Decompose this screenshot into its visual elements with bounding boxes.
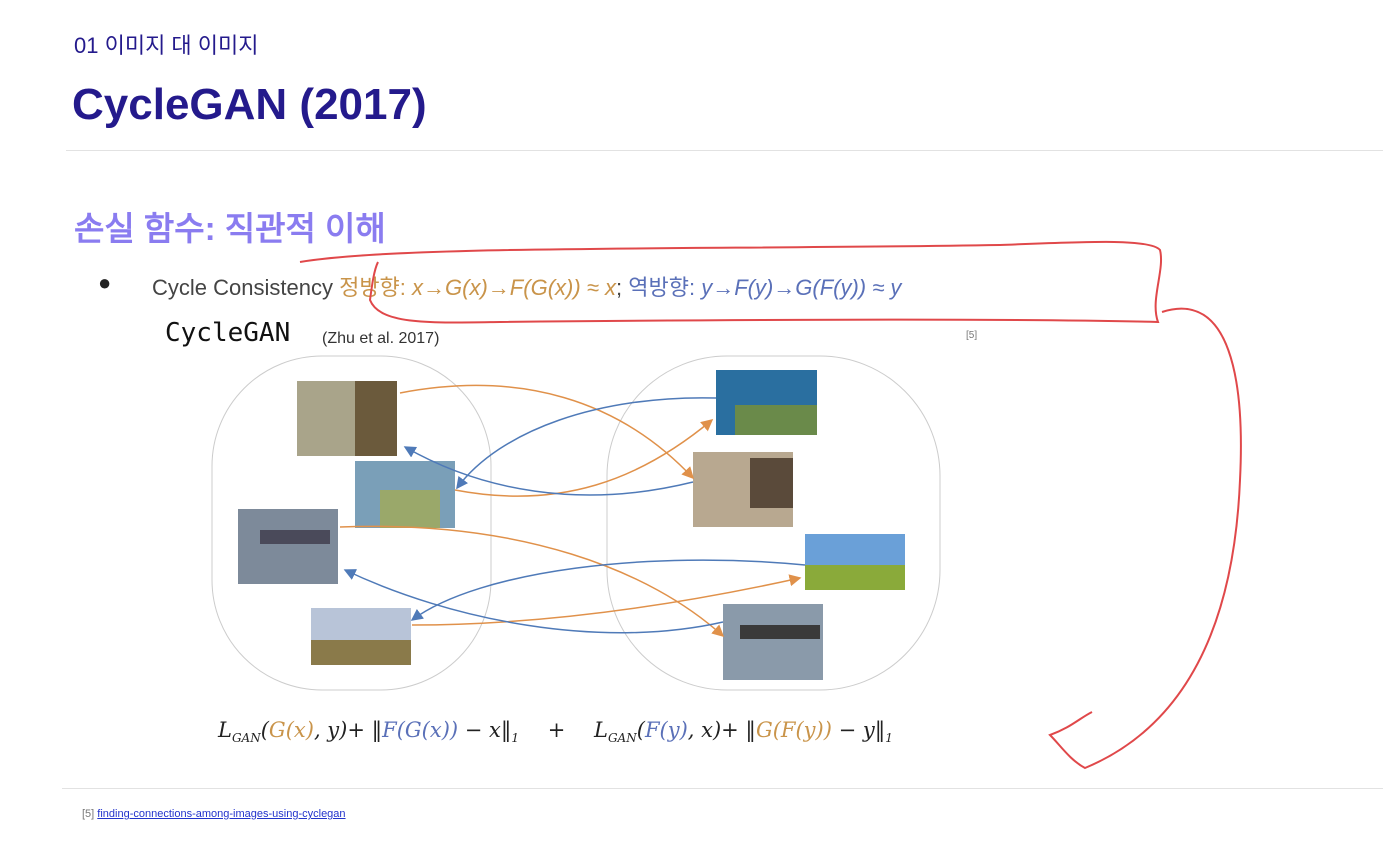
f-plus: + bbox=[547, 718, 566, 742]
f-l2: L bbox=[594, 718, 608, 742]
photo-bridge-image bbox=[723, 604, 823, 680]
f-g1: G(x) bbox=[268, 718, 314, 742]
painting-bridge-image bbox=[238, 509, 338, 584]
f-p5: , x)+ ‖ bbox=[687, 718, 756, 742]
f-n2: 1 bbox=[885, 731, 893, 746]
f-p2: , y)+ ‖ bbox=[313, 718, 383, 742]
footer: [5] finding-connections-among-images-usi… bbox=[82, 808, 346, 820]
f-f2: F(y) bbox=[644, 718, 688, 742]
footer-link[interactable]: finding-connections-among-images-using-c… bbox=[97, 808, 345, 820]
f-n1: 1 bbox=[511, 731, 520, 746]
f-s2: GAN bbox=[607, 731, 637, 746]
footer-ref: [5] bbox=[82, 808, 95, 820]
f-p3: − x‖ bbox=[458, 718, 512, 742]
f-f1: F(G(x)) bbox=[382, 718, 459, 742]
f-s1: GAN bbox=[231, 731, 261, 746]
f-g2: G(F(y)) bbox=[755, 718, 832, 742]
f-p1: ( bbox=[260, 718, 269, 742]
f-p6: − y‖ bbox=[831, 718, 886, 742]
loss-formula: LGAN(G(x), y)+ ‖F(G(x)) − x‖1 + LGAN(F(y… bbox=[218, 718, 893, 745]
f-p4: ( bbox=[636, 718, 645, 742]
f-l1: L bbox=[218, 718, 232, 742]
footer-divider bbox=[62, 788, 1383, 789]
arrow-f-lighthouse bbox=[456, 397, 717, 490]
